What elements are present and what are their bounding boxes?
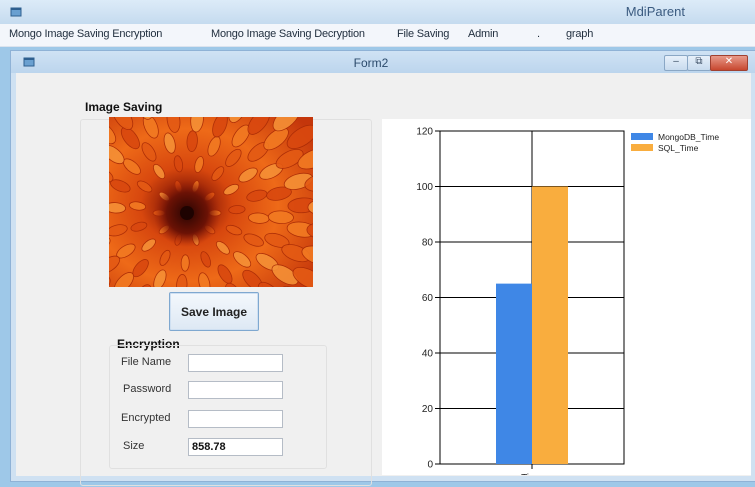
time-comparison-chart: 0 20 40 60 80 100 120 Time MongoDB_TimeSQL_Time	[416, 127, 719, 476]
close-button[interactable]: ✕	[710, 55, 748, 71]
minimize-button[interactable]: –	[664, 55, 688, 71]
form2-window: Form2 – ⧉ ✕ Image Saving Save Image Encr…	[10, 50, 755, 486]
save-image-button-label: Save Image	[180, 304, 248, 319]
menu-item-graph[interactable]: graph	[566, 28, 593, 40]
menu-item-file-saving[interactable]: File Saving	[397, 28, 449, 40]
y-tick-label: 60	[422, 293, 434, 304]
form2-title: Form2	[353, 56, 389, 70]
file-name-label: File Name	[121, 356, 172, 368]
menu-bar: Mongo Image Saving Encryption Mongo Imag…	[0, 24, 755, 47]
save-image-button[interactable]: Save Image	[169, 292, 259, 331]
bar	[532, 186, 568, 464]
size-label: Size	[123, 440, 145, 452]
flower-image	[109, 117, 313, 287]
legend-swatch	[631, 144, 653, 151]
menu-item-admin[interactable]: Admin	[468, 28, 498, 40]
y-tick-label: 120	[416, 127, 433, 138]
y-tick-label: 80	[422, 238, 434, 249]
bar	[496, 283, 532, 464]
close-icon: ✕	[724, 56, 734, 67]
maximize-button[interactable]: ⧉	[687, 55, 711, 71]
mdi-title: MdiParent	[625, 4, 685, 19]
password-field[interactable]	[188, 381, 283, 399]
y-tick-label: 40	[422, 349, 434, 360]
y-tick-label: 100	[416, 182, 433, 193]
menu-item-dot[interactable]: .	[537, 28, 540, 40]
form2-title-bar[interactable]: Form2 – ⧉ ✕	[11, 51, 755, 73]
mdi-parent-window: MdiParent Mongo Image Saving Encryption …	[0, 0, 755, 487]
x-tick-label: Time	[521, 473, 543, 475]
minimize-icon: –	[673, 56, 679, 67]
file-name-field[interactable]	[188, 354, 283, 372]
image-saving-group-title: Image Saving	[85, 100, 163, 114]
form2-client-area: Image Saving Save Image Encryption File …	[16, 73, 751, 486]
encrypted-field[interactable]	[188, 410, 283, 428]
legend-swatch	[631, 133, 653, 140]
chart-panel: 0 20 40 60 80 100 120 Time MongoDB_TimeSQL_Time	[382, 119, 751, 475]
mdi-title-bar[interactable]: MdiParent	[0, 0, 755, 25]
legend-label: SQL_Time	[658, 143, 699, 153]
y-tick-label: 0	[427, 460, 433, 471]
encrypted-label: Encrypted	[121, 412, 171, 424]
y-tick-label: 20	[422, 404, 434, 415]
menu-item-mongo-encryption[interactable]: Mongo Image Saving Encryption	[9, 28, 162, 40]
password-label: Password	[123, 383, 172, 395]
legend-label: MongoDB_Time	[658, 132, 719, 142]
size-field[interactable]	[188, 438, 283, 456]
restore-icon: ⧉	[695, 56, 703, 67]
picture-box-flower[interactable]	[109, 117, 313, 287]
menu-item-mongo-decryption[interactable]: Mongo Image Saving Decryption	[211, 28, 365, 40]
